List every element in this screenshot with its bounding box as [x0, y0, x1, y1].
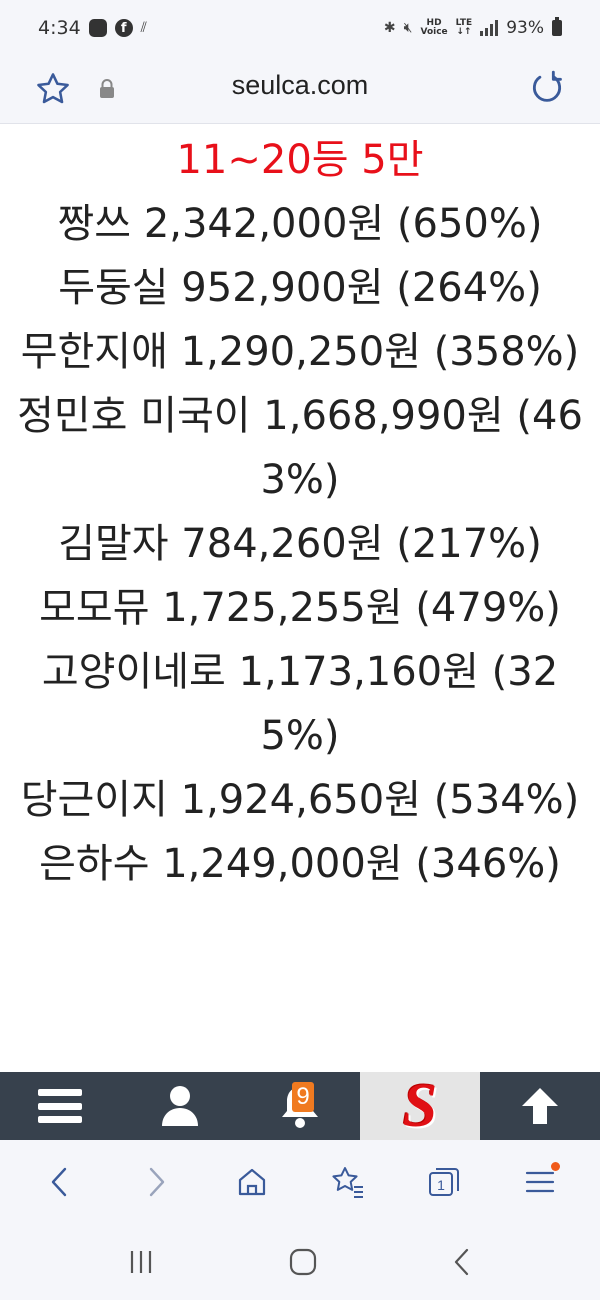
reload-icon[interactable] — [528, 69, 566, 107]
wavy-notification-icon: ⫽ — [140, 20, 147, 36]
menu-button[interactable] — [0, 1072, 120, 1140]
notification-badge: 9 — [292, 1082, 314, 1112]
winner-entry: 짱쓰 2,342,000원 (650%) — [57, 201, 543, 247]
winner-entry: 두둥실 952,900원 (264%) — [58, 265, 542, 311]
prize-headline: 11~20등 5만 — [176, 137, 424, 183]
chevron-left-icon — [51, 1167, 67, 1197]
arrow-up-icon — [522, 1088, 558, 1124]
winner-entry: 무한지애 1,290,250원 (358%) — [20, 329, 580, 375]
winner-entry: 모모뮤 1,725,255원 (479%) — [39, 585, 561, 631]
status-bar: 4:34 f ⫽ ✱ 🔇︎ HD Voice LTE ↓↑ 93% — [0, 0, 600, 56]
facebook-icon: f — [114, 19, 133, 37]
battery-percent: 93% — [506, 18, 544, 38]
status-time: 4:34 — [38, 17, 81, 39]
lte-icon: LTE ↓↑ — [455, 18, 473, 37]
back-system-icon[interactable] — [450, 1247, 474, 1277]
battery-icon — [552, 17, 562, 36]
system-nav — [0, 1224, 600, 1300]
url-text[interactable]: seulca.com — [0, 70, 600, 101]
status-left: 4:34 f ⫽ — [38, 17, 147, 39]
address-bar: seulca.com — [0, 56, 600, 124]
home-button[interactable] — [224, 1154, 280, 1210]
hamburger-icon — [38, 1089, 82, 1123]
winner-entry: 당근이지 1,924,650원 (534%) — [20, 777, 580, 823]
winner-entry: 은하수 1,249,000원 (346%) — [39, 841, 561, 887]
winner-entry: 정민호 미국이 1,668,990원 (463%) — [17, 393, 583, 503]
winner-entry: 고양이네로 1,173,160원 (325%) — [41, 649, 559, 759]
user-icon — [162, 1086, 198, 1126]
browser-nav: 1 — [0, 1140, 600, 1224]
home-system-icon[interactable] — [288, 1247, 318, 1277]
home-icon — [238, 1168, 266, 1196]
menu-notification-dot — [551, 1162, 560, 1171]
back-button[interactable] — [32, 1154, 88, 1210]
chevron-right-icon — [149, 1167, 165, 1197]
notifications-button[interactable]: 9 — [240, 1072, 360, 1140]
tab-count: 1 — [437, 1177, 445, 1193]
profile-button[interactable] — [120, 1072, 240, 1140]
mute-icon: 🔇︎ — [403, 20, 413, 36]
bookmarks-button[interactable] — [320, 1154, 376, 1210]
app-notification-icon — [88, 19, 107, 37]
bluetooth-icon: ✱ — [383, 20, 396, 36]
menu-lines-icon — [525, 1171, 555, 1193]
hd-voice-icon: HD Voice — [420, 18, 448, 37]
scroll-top-button[interactable] — [480, 1072, 600, 1140]
signal-icon — [480, 20, 499, 36]
tabs-icon: 1 — [429, 1168, 459, 1196]
site-logo-button[interactable]: S — [360, 1072, 480, 1140]
recent-apps-icon[interactable] — [126, 1248, 156, 1276]
status-right: ✱ 🔇︎ HD Voice LTE ↓↑ 93% — [383, 17, 562, 38]
tabs-button[interactable]: 1 — [416, 1154, 472, 1210]
bookmark-list-icon — [332, 1167, 363, 1198]
site-logo: S — [402, 1072, 438, 1140]
browser-menu-button[interactable] — [512, 1154, 568, 1210]
forward-button[interactable] — [128, 1154, 184, 1210]
winner-entry: 김말자 784,260원 (217%) — [58, 521, 542, 567]
article-content: 11~20등 5만 짱쓰 2,342,000원 (650%) 두둥실 952,9… — [0, 128, 600, 1072]
site-toolbar: 9 S — [0, 1072, 600, 1140]
